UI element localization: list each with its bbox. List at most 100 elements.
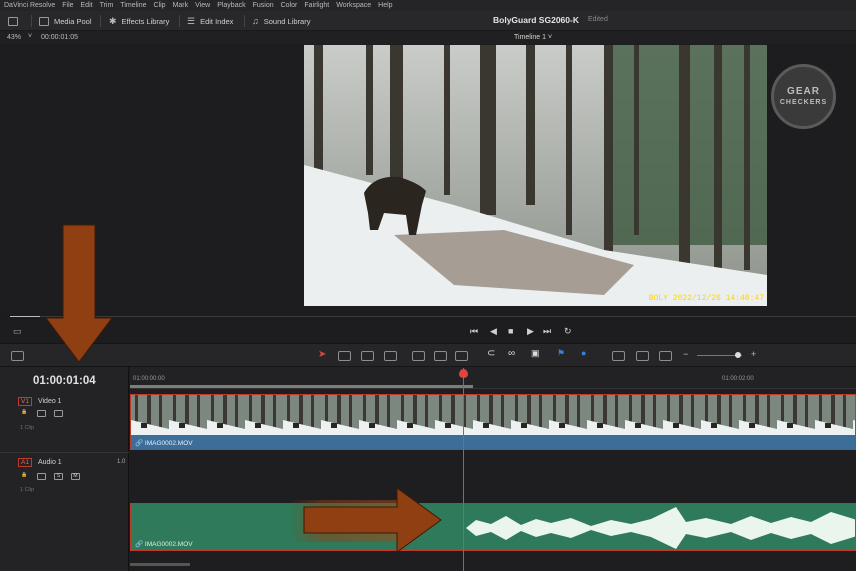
divider: [244, 15, 245, 27]
viewer-header: 43% ˅ 00:00:01:05 Timeline 1 ˅: [0, 31, 856, 44]
divider: [179, 15, 180, 27]
thumbnail-strip: [131, 395, 855, 437]
effects-library-button[interactable]: ✱ Effects Library: [109, 15, 169, 27]
render-range-bar: [130, 385, 473, 388]
zoom-out-icon[interactable]: −: [683, 349, 688, 359]
snapping-icon[interactable]: ⊂: [487, 348, 495, 359]
viewer-options-icon[interactable]: ▭: [13, 326, 22, 337]
playhead-line[interactable]: [463, 368, 464, 571]
link-icon[interactable]: ∞: [508, 348, 515, 359]
menu-mark[interactable]: Mark: [173, 2, 189, 9]
overwrite-clip-icon[interactable]: [434, 351, 447, 361]
blade-tool-icon[interactable]: [384, 351, 397, 361]
selection-tool-icon[interactable]: ➤: [318, 349, 326, 360]
edit-index-label: Edit Index: [200, 16, 234, 26]
menu-fairlight[interactable]: Fairlight: [304, 2, 329, 9]
menu-timeline[interactable]: Timeline: [120, 2, 146, 9]
dynamic-trim-icon[interactable]: [361, 351, 374, 361]
marker-icon[interactable]: ●: [581, 348, 586, 358]
viewer-panel: BOLY 2022/12/26 14:48:47 GEAR CHECKERS: [0, 44, 856, 312]
loop-icon[interactable]: ↻: [564, 326, 572, 337]
video-track-name[interactable]: Video 1: [38, 398, 62, 405]
video-clip[interactable]: 🔗 IMAG0002.MOV: [130, 394, 856, 450]
track-visibility-icon[interactable]: [54, 410, 63, 417]
sound-library-label: Sound Library: [263, 16, 311, 26]
video-clip-count: 1 Clip: [20, 425, 35, 431]
jump-end-icon[interactable]: ⏭: [543, 326, 551, 337]
frame-timestamp: BOLY 2022/12/26 14:48:47: [648, 294, 764, 303]
link-icon: 🔗: [135, 541, 145, 548]
audio-track-tag[interactable]: A1: [18, 458, 32, 467]
media-pool-label: Media Pool: [54, 16, 92, 26]
timeline-selector[interactable]: Timeline 1 ˅: [514, 34, 552, 41]
solo-button[interactable]: S: [54, 473, 63, 480]
audio-track-name[interactable]: Audio 1: [38, 459, 62, 466]
menu-help[interactable]: Help: [378, 2, 392, 9]
trim-tool-icon[interactable]: [338, 351, 351, 361]
zoom-slider-handle[interactable]: [735, 352, 741, 358]
audio-track-header: A1 Audio 1: [18, 458, 62, 467]
audio-clip[interactable]: 🔗 IMAG0002.MOV: [130, 503, 856, 551]
edit-index-button[interactable]: ☰ Edit Index: [187, 15, 233, 27]
menu-edit[interactable]: Edit: [81, 2, 93, 9]
timeline-scrollbar[interactable]: [130, 563, 190, 566]
track-headers: 01:00:01:04 V1 Video 1 🔒 1 Clip A1 Audio…: [0, 367, 129, 571]
menu-view[interactable]: View: [195, 2, 210, 9]
video-track-tag[interactable]: V1: [18, 397, 32, 406]
viewer-scrubber[interactable]: [0, 312, 856, 322]
auto-select-icon[interactable]: [37, 473, 46, 480]
divider: [100, 15, 101, 27]
menu-trim[interactable]: Trim: [100, 2, 114, 9]
play-reverse-icon[interactable]: ◀: [490, 326, 497, 337]
effects-library-icon: ✱: [109, 15, 117, 26]
video-clip-bar: 🔗 IMAG0002.MOV: [131, 435, 855, 449]
lock-icon[interactable]: ▣: [531, 348, 540, 359]
menu-app[interactable]: DaVinci Resolve: [4, 2, 55, 9]
video-track-header: V1 Video 1: [18, 397, 62, 406]
mute-button[interactable]: M: [71, 473, 80, 480]
timeline-panel: 01:00:01:04 V1 Video 1 🔒 1 Clip A1 Audio…: [0, 367, 856, 571]
zoom-custom-icon[interactable]: [659, 351, 672, 361]
video-frame: BOLY 2022/12/26 14:48:47: [304, 45, 767, 306]
zoom-dropdown[interactable]: 43%: [7, 34, 21, 41]
media-pool-button[interactable]: Media Pool: [39, 15, 92, 27]
project-title: BolyGuard SG2060-K: [493, 15, 579, 25]
sound-library-button[interactable]: ♫ Sound Library: [252, 15, 310, 27]
audio-clip-count: 1 Clip: [20, 487, 35, 493]
video-clip-name: 🔗 IMAG0002.MOV: [135, 440, 193, 447]
menu-fusion[interactable]: Fusion: [253, 2, 274, 9]
menu-bar: DaVinci Resolve File Edit Trim Timeline …: [0, 0, 856, 11]
insert-clip-icon[interactable]: [412, 351, 425, 361]
sound-library-icon: ♫: [252, 16, 259, 26]
stop-icon[interactable]: ■: [508, 326, 513, 336]
menu-workspace[interactable]: Workspace: [336, 2, 371, 9]
zoom-detail-icon[interactable]: [636, 351, 649, 361]
edit-index-icon: ☰: [187, 15, 196, 26]
chevron-down-icon[interactable]: ˅: [28, 33, 32, 40]
play-icon[interactable]: ▶: [527, 326, 534, 337]
menu-playback[interactable]: Playback: [217, 2, 245, 9]
menu-color[interactable]: Color: [281, 2, 298, 9]
workspace-icon[interactable]: [8, 15, 18, 27]
playhead-handle[interactable]: [459, 369, 468, 378]
zoom-in-icon[interactable]: +: [751, 349, 756, 359]
transport-controls: ▭ ⏮ ◀ ■ ▶ ⏭ ↻: [0, 322, 856, 342]
audio-clip-name: 🔗 IMAG0002.MOV: [135, 541, 193, 548]
lock-icon[interactable]: 🔒: [20, 473, 29, 480]
forest-bear-image: [304, 45, 767, 306]
top-toolbar: Media Pool ✱ Effects Library ☰ Edit Inde…: [0, 11, 856, 31]
zoom-full-icon[interactable]: [612, 351, 625, 361]
replace-clip-icon[interactable]: [455, 351, 468, 361]
viewer-timecode: 00:00:01:05: [41, 34, 78, 41]
auto-select-icon[interactable]: [37, 410, 46, 417]
menu-file[interactable]: File: [62, 2, 73, 9]
project-status: Edited: [588, 16, 608, 23]
jump-start-icon[interactable]: ⏮: [470, 326, 478, 337]
ruler-start-label: 01:00:00:00: [133, 376, 165, 382]
lock-icon[interactable]: 🔒: [20, 410, 29, 417]
menu-clip[interactable]: Clip: [154, 2, 166, 9]
timeline-ruler[interactable]: 01:00:00:00 01:00:02:00: [130, 367, 856, 389]
divider: [0, 452, 129, 453]
flag-icon[interactable]: ⚑: [557, 348, 565, 359]
layout-icon[interactable]: [11, 351, 24, 361]
